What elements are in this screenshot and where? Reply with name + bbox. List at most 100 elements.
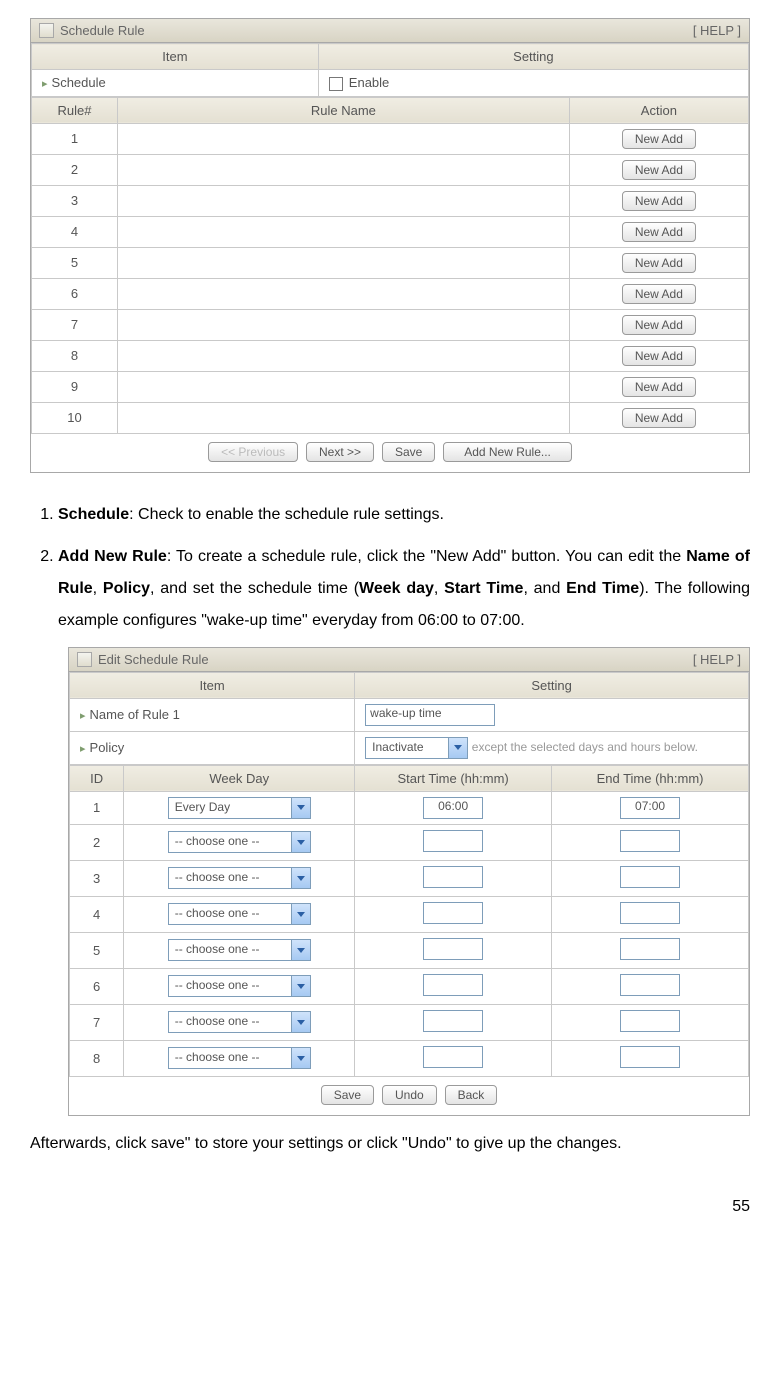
rule-number: 6 (32, 278, 118, 309)
weekday-select[interactable]: -- choose one -- (168, 1047, 311, 1069)
rule-name-input[interactable]: wake-up time (365, 704, 495, 726)
start-time-input[interactable] (423, 938, 483, 960)
schedule-row-label: ▸Schedule (32, 70, 319, 97)
schedule-times-table: ID Week Day Start Time (hh:mm) End Time … (69, 765, 749, 1077)
schedule-row-setting: Enable (318, 70, 748, 97)
row-start: 06:00 (355, 791, 552, 824)
settings-table: Item Setting ▸Schedule Enable (31, 43, 749, 97)
start-time-input[interactable] (423, 1046, 483, 1068)
rule-name-cell (118, 340, 570, 371)
rule-action-cell: New Add (569, 185, 748, 216)
row-id: 1 (70, 791, 124, 824)
start-time-input[interactable] (423, 1010, 483, 1032)
weekday-select[interactable]: -- choose one -- (168, 1011, 311, 1033)
new-add-button[interactable]: New Add (622, 284, 696, 304)
start-time-input[interactable] (423, 866, 483, 888)
table-row: 10New Add (32, 402, 749, 433)
save-button[interactable]: Save (321, 1085, 374, 1105)
table-row: 6 -- choose one -- (70, 968, 749, 1004)
end-time-input[interactable] (620, 938, 680, 960)
rule-name-cell (118, 247, 570, 278)
rule-name-cell (118, 123, 570, 154)
end-time-input[interactable] (620, 1010, 680, 1032)
weekday-select[interactable]: -- choose one -- (168, 975, 311, 997)
end-time-input[interactable]: 07:00 (620, 797, 680, 819)
rule-action-cell: New Add (569, 216, 748, 247)
instruction-item-1: Schedule: Check to enable the schedule r… (58, 499, 750, 531)
back-button[interactable]: Back (445, 1085, 498, 1105)
previous-button: << Previous (208, 442, 298, 462)
row-id: 5 (70, 932, 124, 968)
next-button[interactable]: Next >> (306, 442, 374, 462)
row-start (355, 1004, 552, 1040)
new-add-button[interactable]: New Add (622, 315, 696, 335)
start-time-input[interactable] (423, 830, 483, 852)
weekday-select[interactable]: -- choose one -- (168, 867, 311, 889)
rule-action-cell: New Add (569, 154, 748, 185)
enable-checkbox[interactable] (329, 77, 343, 91)
add-new-rule-button[interactable]: Add New Rule... (443, 442, 572, 462)
row-id: 7 (70, 1004, 124, 1040)
row-end (552, 968, 749, 1004)
new-add-button[interactable]: New Add (622, 160, 696, 180)
weekday-select[interactable]: -- choose one -- (168, 903, 311, 925)
row-start (355, 932, 552, 968)
instruction-item-2: Add New Rule: To create a schedule rule,… (58, 541, 750, 637)
panel-footer: Save Undo Back (69, 1077, 749, 1115)
start-time-input[interactable] (423, 974, 483, 996)
table-row: 3-- choose one -- (70, 860, 749, 896)
row-weekday: -- choose one -- (124, 860, 355, 896)
new-add-button[interactable]: New Add (622, 408, 696, 428)
weekday-select[interactable]: -- choose one -- (168, 831, 311, 853)
col-rule-num: Rule# (32, 97, 118, 123)
end-time-input[interactable] (620, 830, 680, 852)
schedule-rule-panel: Schedule Rule [ HELP ] Item Setting ▸Sch… (30, 18, 750, 473)
table-row: 1 Every Day 06:00 07:00 (70, 791, 749, 824)
edit-schedule-rule-panel: Edit Schedule Rule [ HELP ] Item Setting… (68, 647, 750, 1116)
end-time-input[interactable] (620, 974, 680, 996)
row-weekday: -- choose one -- (124, 1004, 355, 1040)
end-time-input[interactable] (620, 1046, 680, 1068)
rule-number: 2 (32, 154, 118, 185)
rule-action-cell: New Add (569, 278, 748, 309)
row-end (552, 896, 749, 932)
end-time-input[interactable] (620, 902, 680, 924)
chevron-down-icon (291, 868, 310, 888)
panel-title: Schedule Rule (60, 23, 145, 38)
weekday-select[interactable]: -- choose one -- (168, 939, 311, 961)
rule-name-cell (118, 309, 570, 340)
help-link[interactable]: [ HELP ] (693, 23, 741, 38)
panel-footer: << Previous Next >> Save Add New Rule... (31, 434, 749, 472)
table-row: 7 -- choose one -- (70, 1004, 749, 1040)
page-number: 55 (30, 1198, 750, 1216)
rule-name-cell (118, 371, 570, 402)
new-add-button[interactable]: New Add (622, 253, 696, 273)
rule-action-cell: New Add (569, 340, 748, 371)
new-add-button[interactable]: New Add (622, 222, 696, 242)
start-time-input[interactable] (423, 902, 483, 924)
row-id: 6 (70, 968, 124, 1004)
weekday-select[interactable]: Every Day (168, 797, 311, 819)
rule-action-cell: New Add (569, 309, 748, 340)
bullet-icon: ▸ (80, 743, 86, 755)
table-row: 5New Add (32, 247, 749, 278)
table-row: 8New Add (32, 340, 749, 371)
undo-button[interactable]: Undo (382, 1085, 437, 1105)
row-weekday: -- choose one -- (124, 932, 355, 968)
table-row: 7New Add (32, 309, 749, 340)
table-row: 2-- choose one -- (70, 824, 749, 860)
new-add-button[interactable]: New Add (622, 346, 696, 366)
new-add-button[interactable]: New Add (622, 191, 696, 211)
row-start (355, 824, 552, 860)
start-time-input[interactable]: 06:00 (423, 797, 483, 819)
help-link[interactable]: [ HELP ] (693, 652, 741, 667)
afterwards-text: Afterwards, click save" to store your se… (30, 1130, 750, 1159)
new-add-button[interactable]: New Add (622, 129, 696, 149)
col-id: ID (70, 765, 124, 791)
panel-title: Edit Schedule Rule (98, 652, 209, 667)
new-add-button[interactable]: New Add (622, 377, 696, 397)
save-button[interactable]: Save (382, 442, 435, 462)
rule-action-cell: New Add (569, 123, 748, 154)
end-time-input[interactable] (620, 866, 680, 888)
policy-select[interactable]: Inactivate (365, 737, 468, 759)
